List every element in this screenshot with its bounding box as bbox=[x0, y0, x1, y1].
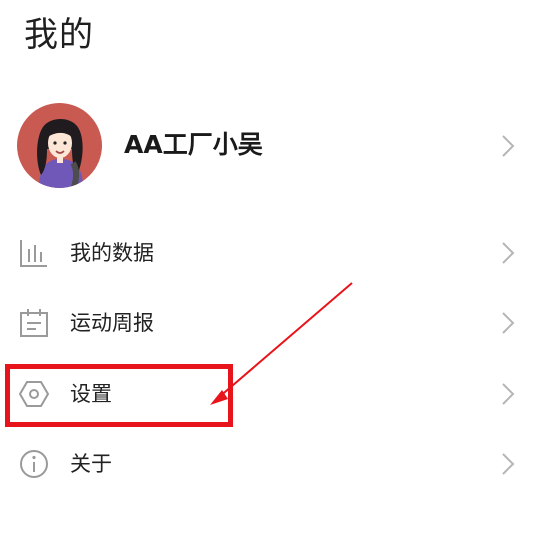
profile-name: AA工厂小吴 bbox=[124, 130, 263, 159]
page-title: 我的 bbox=[24, 15, 94, 55]
menu-label: 关于 bbox=[70, 452, 112, 476]
calendar-report-icon bbox=[20, 309, 48, 337]
annotation-highlight-box bbox=[5, 364, 233, 427]
menu-item-about[interactable]: 关于 bbox=[0, 436, 542, 492]
menu-label: 我的数据 bbox=[70, 241, 154, 265]
chevron-right-icon bbox=[502, 312, 515, 334]
avatar-illustration-icon bbox=[17, 103, 102, 188]
avatar[interactable] bbox=[17, 103, 102, 188]
menu-label: 运动周报 bbox=[70, 311, 154, 335]
chevron-right-icon bbox=[502, 383, 515, 405]
info-icon bbox=[20, 450, 48, 478]
profile-row[interactable]: AA工厂小吴 bbox=[0, 100, 542, 190]
chevron-right-icon bbox=[502, 135, 515, 157]
chevron-right-icon bbox=[502, 453, 515, 475]
bar-chart-icon bbox=[20, 240, 47, 267]
chevron-right-icon bbox=[502, 242, 515, 264]
menu-item-my-data[interactable]: 我的数据 bbox=[0, 225, 542, 281]
menu-item-weekly-report[interactable]: 运动周报 bbox=[0, 295, 542, 351]
